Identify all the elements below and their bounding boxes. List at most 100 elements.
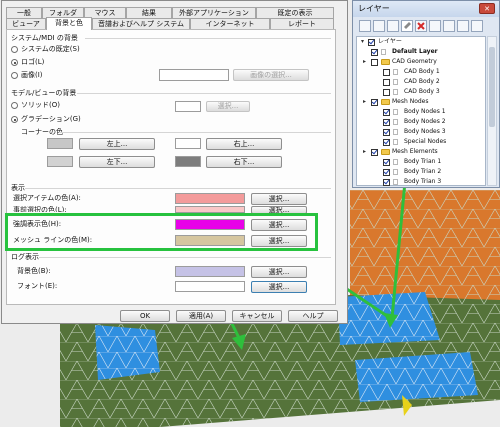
image-path-field[interactable] [159,69,229,81]
new-layer-icon[interactable] [359,20,371,32]
tab-default-display[interactable]: 既定の表示 [256,7,334,18]
layer-row[interactable]: Body Trian 1 [353,157,483,167]
layer-settings-icon[interactable] [471,20,483,32]
highlight-select-button[interactable]: 選択... [251,219,307,231]
preselect-color-label: 事前選択の色(L): [13,206,67,212]
ok-button[interactable]: OK [120,310,170,322]
layer-row[interactable]: Body Nodes 2 [353,117,483,127]
mesh-line-color-label: メッシュ ラインの色(M): [13,236,93,244]
layer-row[interactable]: ▸ Mesh Nodes [353,97,483,107]
delete-layer-icon[interactable] [415,20,427,32]
log-bg-color-label: 背景色(B): [17,267,51,275]
tab-external-apps[interactable]: 外部アプリケーション [172,7,256,18]
move-up-icon[interactable] [429,20,441,32]
layer-visibility-checkbox[interactable] [371,59,378,66]
tab-report[interactable]: レポート [270,18,334,29]
layer-icon [393,139,398,145]
layer-icon [393,79,398,85]
radio-gradient[interactable] [11,116,18,123]
layer-visibility-checkbox[interactable] [383,119,390,126]
layer-tree-scrollbar[interactable] [487,36,497,186]
selected-item-select-button[interactable]: 選択... [251,193,307,205]
solid-color-swatch [175,101,201,112]
layer-icon [393,119,398,125]
log-bg-select-button[interactable]: 選択... [251,266,307,278]
tab-background-color[interactable]: 背景と色 [46,17,92,30]
radio-logo-label: ロゴ(L) [21,58,45,66]
bottom-left-button[interactable]: 左下... [79,156,155,168]
paste-layer-icon[interactable] [387,20,399,32]
image-select-button[interactable]: 画像の選択... [233,69,309,81]
layer-visibility-checkbox[interactable] [383,159,390,166]
tab-general[interactable]: 一般 [6,7,42,18]
radio-system-default-label: システムの既定(S) [21,45,80,53]
solid-select-button[interactable]: 選択... [206,101,250,112]
radio-solid[interactable] [11,102,18,109]
layer-visibility-checkbox[interactable] [383,179,390,186]
bottom-right-swatch [175,156,201,167]
scroll-thumb[interactable] [489,47,495,127]
radio-system-default[interactable] [11,46,18,53]
mesh-line-color-swatch [175,235,245,246]
layer-row[interactable]: Body Nodes 3 [353,127,483,137]
tab-panel: システム/MDI の背景 システムの既定(S) ロゴ(L) 画像(I) 画像の選… [6,29,336,305]
copy-layer-icon[interactable] [373,20,385,32]
radio-logo[interactable] [11,59,18,66]
layer-label: Body Nodes 3 [404,128,446,135]
layer-row[interactable]: Body Trian 3 [353,177,483,187]
layer-row[interactable]: CAD Body 1 [353,67,483,77]
layer-label: Mesh Elements [392,148,438,155]
layer-visibility-checkbox[interactable] [383,169,390,176]
help-button[interactable]: ヘルプ [288,310,338,322]
properties-icon[interactable] [457,20,469,32]
move-down-icon[interactable] [443,20,455,32]
layer-window: レイヤー ✕ ▾ レイヤー Default Layer ▸ CAD Geometry… [352,0,500,188]
layer-row[interactable]: CAD Body 2 [353,77,483,87]
expand-icon[interactable]: ▸ [363,97,366,107]
layer-visibility-checkbox[interactable] [383,129,390,136]
layer-row[interactable]: Body Nodes 1 [353,107,483,117]
layer-row[interactable]: ▸ CAD Geometry [353,57,483,67]
layer-visibility-checkbox[interactable] [383,109,390,116]
layer-visibility-checkbox[interactable] [383,69,390,76]
color-layer-icon[interactable] [401,20,413,32]
preselect-select-button[interactable]: 選択... [251,206,307,214]
layer-visibility-checkbox[interactable] [383,79,390,86]
top-right-button[interactable]: 右上... [206,138,282,150]
cancel-button[interactable]: キャンセル [232,310,282,322]
layer-icon [393,89,398,95]
layer-row[interactable]: Body Trian 2 [353,167,483,177]
layer-label: Body Trian 1 [404,158,442,165]
layer-row[interactable]: Default Layer [353,47,483,57]
layer-row[interactable]: CAD Body 3 [353,87,483,97]
layer-visibility-checkbox[interactable] [371,149,378,156]
close-button[interactable]: ✕ [479,3,495,14]
layer-visibility-checkbox[interactable] [383,89,390,96]
bottom-left-swatch [47,156,73,167]
layer-row[interactable]: ▸ Mesh Elements [353,147,483,157]
top-left-button[interactable]: 左上... [79,138,155,150]
expand-icon[interactable]: ▸ [363,57,366,67]
layer-label: Mesh Nodes [392,98,429,105]
tab-internet[interactable]: インターネット [190,18,270,29]
bottom-right-button[interactable]: 右下... [206,156,282,168]
mesh-line-select-button[interactable]: 選択... [251,235,307,247]
layer-visibility-checkbox[interactable] [371,49,378,56]
tab-viewer[interactable]: ビューア [6,18,46,29]
apply-button[interactable]: 適用(A) [176,310,226,322]
tab-sound-help[interactable]: 音譜およびヘルプ システム [92,18,190,29]
log-display-title: ログ表示 [11,253,39,261]
system-bg-title: システム/MDI の背景 [11,34,78,42]
expand-icon[interactable]: ▸ [363,147,366,157]
log-font-select-button[interactable]: 選択... [251,281,307,293]
radio-image[interactable] [11,72,18,79]
layer-window-title: レイヤー [358,4,390,13]
tab-results[interactable]: 結果 [126,7,172,18]
log-bg-color-swatch [175,266,245,277]
layer-row[interactable]: Special Nodes [353,137,483,147]
selected-item-color-swatch [175,193,245,204]
layer-label: Default Layer [392,48,438,55]
layer-visibility-checkbox[interactable] [383,139,390,146]
layer-visibility-checkbox[interactable] [371,99,378,106]
layer-icon [381,49,386,55]
